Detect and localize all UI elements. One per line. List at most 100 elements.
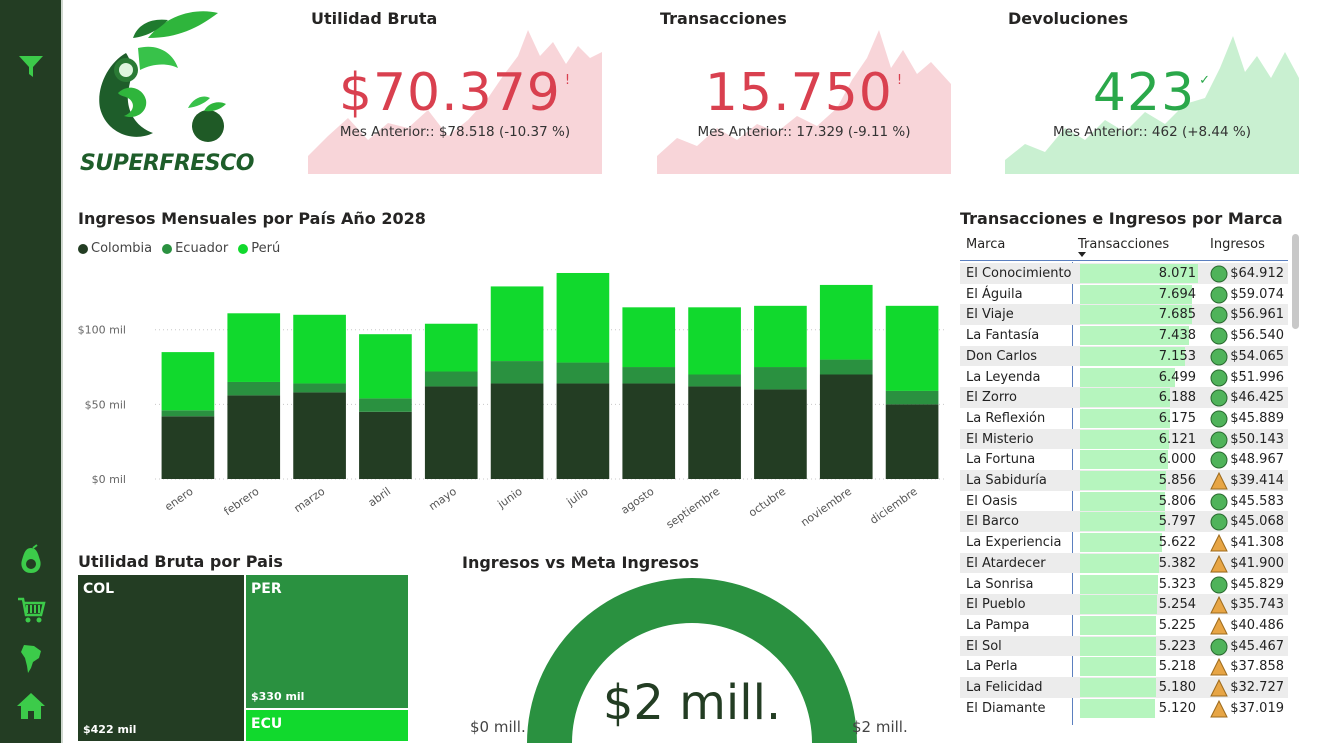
table-row[interactable]: El Barco 5.797 $45.068: [960, 511, 1288, 533]
table-row[interactable]: El Pueblo 5.254 $35.743: [960, 594, 1288, 615]
bar-segment-colombia[interactable]: [490, 383, 544, 479]
home-icon[interactable]: [15, 690, 47, 722]
bar-segment-colombia[interactable]: [885, 404, 939, 479]
table-scrollbar[interactable]: [1292, 234, 1299, 329]
bar-segment-ecuador[interactable]: [688, 374, 741, 387]
table-row[interactable]: El Viaje 7.685 $56.961: [960, 304, 1288, 326]
bar-segment-perú[interactable]: [556, 272, 610, 363]
table-row[interactable]: El Zorro 6.188 $46.425: [960, 387, 1288, 408]
bar-segment-ecuador[interactable]: [293, 383, 346, 393]
column-header-ingresos[interactable]: Ingresos: [1210, 237, 1265, 252]
avocado-icon[interactable]: [15, 544, 47, 576]
column-header-transacciones[interactable]: Transacciones: [1078, 237, 1169, 252]
cell-transacciones: 5.622: [1158, 535, 1196, 551]
bar-segment-perú[interactable]: [293, 314, 346, 384]
cart-icon[interactable]: [15, 594, 47, 626]
south-america-map-icon[interactable]: [15, 642, 47, 674]
bar-segment-ecuador[interactable]: [819, 359, 873, 375]
bar-segment-colombia[interactable]: [688, 386, 741, 479]
warning-triangle-icon: [1210, 616, 1228, 635]
bar-segment-perú[interactable]: [227, 313, 281, 382]
bar-segment-colombia[interactable]: [556, 383, 610, 479]
kpi-value-text: $70.379: [338, 63, 561, 123]
bar-segment-ecuador[interactable]: [754, 367, 807, 390]
table-row[interactable]: El Conocimiento 8.071 $64.912: [960, 263, 1288, 284]
bar-segment-ecuador[interactable]: [227, 381, 281, 396]
table-row[interactable]: La Fortuna 6.000 $48.967: [960, 449, 1288, 470]
bar-segment-colombia[interactable]: [622, 383, 676, 479]
y-tick-label: $100 mil: [78, 324, 126, 337]
bar-segment-perú[interactable]: [622, 307, 676, 368]
table-row[interactable]: La Reflexión 6.175 $45.889: [960, 408, 1288, 429]
table-row[interactable]: La Fantasía 7.438 $56.540: [960, 325, 1288, 346]
bar-segment-colombia[interactable]: [293, 392, 346, 479]
bar-segment-ecuador[interactable]: [885, 390, 939, 405]
bar-segment-perú[interactable]: [359, 334, 412, 399]
kpi-value: 15.750!: [657, 63, 951, 123]
cell-marca: La Experiencia: [966, 535, 1062, 551]
x-tick-label: julio: [564, 485, 591, 509]
table-row[interactable]: El Diamante 5.120 $37.019: [960, 698, 1288, 719]
table-row[interactable]: La Pampa 5.225 $40.486: [960, 615, 1288, 636]
gauge-max: $2 mill.: [852, 718, 908, 736]
bar-segment-perú[interactable]: [424, 323, 478, 372]
cell-marca: El Misterio: [966, 431, 1034, 447]
status-circle-icon: [1210, 513, 1228, 531]
cell-ingresos: $32.727: [1230, 680, 1284, 695]
bar-segment-perú[interactable]: [161, 352, 215, 411]
bar-segment-colombia[interactable]: [161, 416, 215, 479]
table-row[interactable]: El Oasis 5.806 $45.583: [960, 491, 1288, 512]
cell-ingresos: $37.858: [1230, 659, 1284, 675]
warning-triangle-icon: [1210, 472, 1228, 490]
sort-desc-icon[interactable]: [1078, 252, 1086, 257]
column-header-marca[interactable]: Marca: [966, 237, 1005, 252]
table-row[interactable]: La Perla 5.218 $37.858: [960, 656, 1288, 677]
bar-segment-perú[interactable]: [490, 286, 544, 362]
treemap-cell-value: $330 mil: [251, 690, 305, 703]
cell-marca: El Conocimiento: [966, 266, 1072, 281]
bar-segment-ecuador[interactable]: [424, 371, 478, 387]
bar-segment-colombia[interactable]: [819, 374, 873, 480]
table-row[interactable]: El Atardecer 5.382 $41.900: [960, 552, 1288, 574]
table-row[interactable]: Don Carlos 7.153 $54.065: [960, 345, 1288, 367]
kpi-value: 423 ✓: [1005, 63, 1299, 123]
bar-segment-colombia[interactable]: [754, 389, 807, 479]
table-row[interactable]: El Sol 5.223 $45.467: [960, 635, 1288, 657]
legend-item[interactable]: Ecuador: [162, 241, 228, 256]
bar-segment-colombia[interactable]: [424, 386, 478, 479]
bar-segment-perú[interactable]: [819, 284, 873, 360]
bar-segment-ecuador[interactable]: [622, 367, 676, 384]
bar-segment-colombia[interactable]: [359, 411, 412, 479]
bar-segment-colombia[interactable]: [227, 395, 281, 479]
cell-marca: Don Carlos: [966, 348, 1038, 364]
brand-name: SUPERFRESCO: [80, 151, 255, 176]
table-row[interactable]: La Felicidad 5.180 $32.727: [960, 677, 1288, 698]
bar-segment-perú[interactable]: [688, 307, 741, 375]
monthly-revenue-chart: $0 mil $50 mil $100 mil enero febrero marzo ab…: [78, 272, 945, 531]
legend-item[interactable]: Colombia: [78, 241, 152, 256]
cell-marca: El Atardecer: [966, 555, 1046, 571]
bar-segment-perú[interactable]: [885, 305, 939, 391]
gauge-value: $2 mill.: [602, 675, 782, 731]
treemap-cell-ecu[interactable]: ECU: [246, 710, 408, 741]
table-row[interactable]: La Experiencia 5.622 $41.308: [960, 532, 1288, 553]
table-row[interactable]: El Misterio 6.121 $50.143: [960, 428, 1288, 450]
table-row[interactable]: La Leyenda 6.499 $51.996: [960, 367, 1288, 388]
cell-marca: La Sabiduría: [966, 473, 1047, 488]
bar-segment-ecuador[interactable]: [556, 362, 610, 384]
legend-item[interactable]: Perú: [238, 241, 280, 256]
status-circle-icon: [1210, 265, 1228, 283]
bar-segment-ecuador[interactable]: [490, 361, 544, 384]
cell-transacciones: 6.499: [1158, 369, 1196, 385]
table-row[interactable]: La Sabiduría 5.856 $39.414: [960, 470, 1288, 491]
alert-icon: !: [896, 73, 904, 88]
bar-segment-ecuador[interactable]: [161, 410, 215, 417]
filter-icon[interactable]: [15, 50, 47, 82]
status-circle-icon: [1210, 389, 1228, 407]
table-row[interactable]: El Águila 7.694 $59.074: [960, 284, 1288, 305]
treemap-cell-col[interactable]: COL $422 mil: [78, 575, 244, 741]
treemap-cell-per[interactable]: PER $330 mil: [246, 575, 408, 708]
bar-segment-ecuador[interactable]: [359, 398, 412, 412]
table-row[interactable]: La Sonrisa 5.323 $45.829: [960, 574, 1288, 595]
bar-segment-perú[interactable]: [754, 305, 807, 368]
